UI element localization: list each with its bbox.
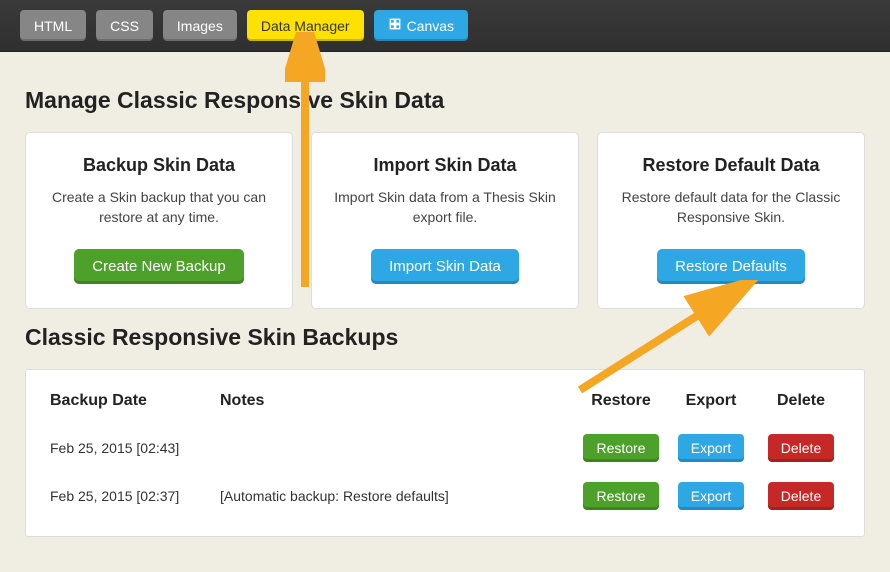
export-button[interactable]: Export <box>678 482 744 510</box>
backups-table: Backup Date Notes Restore Export Delete … <box>44 384 846 520</box>
tab-canvas[interactable]: Canvas <box>374 10 468 41</box>
tab-canvas-label: Canvas <box>407 18 454 34</box>
card-import-desc: Import Skin data from a Thesis Skin expo… <box>330 188 560 227</box>
th-delete: Delete <box>756 384 846 424</box>
card-backup-desc: Create a Skin backup that you can restor… <box>44 188 274 227</box>
card-restore-title: Restore Default Data <box>616 155 846 176</box>
restore-button[interactable]: Restore <box>583 434 658 462</box>
card-backup-title: Backup Skin Data <box>44 155 274 176</box>
delete-button[interactable]: Delete <box>768 482 834 510</box>
th-date: Backup Date <box>44 384 214 424</box>
tab-data-manager[interactable]: Data Manager <box>247 10 364 41</box>
card-restore: Restore Default Data Restore default dat… <box>597 132 865 309</box>
th-restore: Restore <box>576 384 666 424</box>
top-tabs: HTML CSS Images Data Manager Canvas <box>0 0 890 52</box>
card-backup: Backup Skin Data Create a Skin backup th… <box>25 132 293 309</box>
delete-button[interactable]: Delete <box>768 434 834 462</box>
restore-button[interactable]: Restore <box>583 482 658 510</box>
cell-notes <box>214 424 576 472</box>
card-import: Import Skin Data Import Skin data from a… <box>311 132 579 309</box>
table-row: Feb 25, 2015 [02:37] [Automatic backup: … <box>44 472 846 520</box>
th-export: Export <box>666 384 756 424</box>
cards-row: Backup Skin Data Create a Skin backup th… <box>25 132 865 309</box>
tab-css[interactable]: CSS <box>96 10 153 41</box>
tab-images[interactable]: Images <box>163 10 237 41</box>
cell-date: Feb 25, 2015 [02:43] <box>44 424 214 472</box>
heading-manage: Manage Classic Responsive Skin Data <box>25 87 865 114</box>
cell-notes: [Automatic backup: Restore defaults] <box>214 472 576 520</box>
backups-table-wrap: Backup Date Notes Restore Export Delete … <box>25 369 865 537</box>
import-skin-data-button[interactable]: Import Skin Data <box>371 249 519 284</box>
tab-html[interactable]: HTML <box>20 10 86 41</box>
restore-defaults-button[interactable]: Restore Defaults <box>657 249 805 284</box>
cell-date: Feb 25, 2015 [02:37] <box>44 472 214 520</box>
heading-backups: Classic Responsive Skin Backups <box>25 324 865 351</box>
export-button[interactable]: Export <box>678 434 744 462</box>
table-row: Feb 25, 2015 [02:43] Restore Export Dele… <box>44 424 846 472</box>
th-notes: Notes <box>214 384 576 424</box>
canvas-icon <box>388 17 402 34</box>
card-restore-desc: Restore default data for the Classic Res… <box>616 188 846 227</box>
card-import-title: Import Skin Data <box>330 155 560 176</box>
create-new-backup-button[interactable]: Create New Backup <box>74 249 243 284</box>
